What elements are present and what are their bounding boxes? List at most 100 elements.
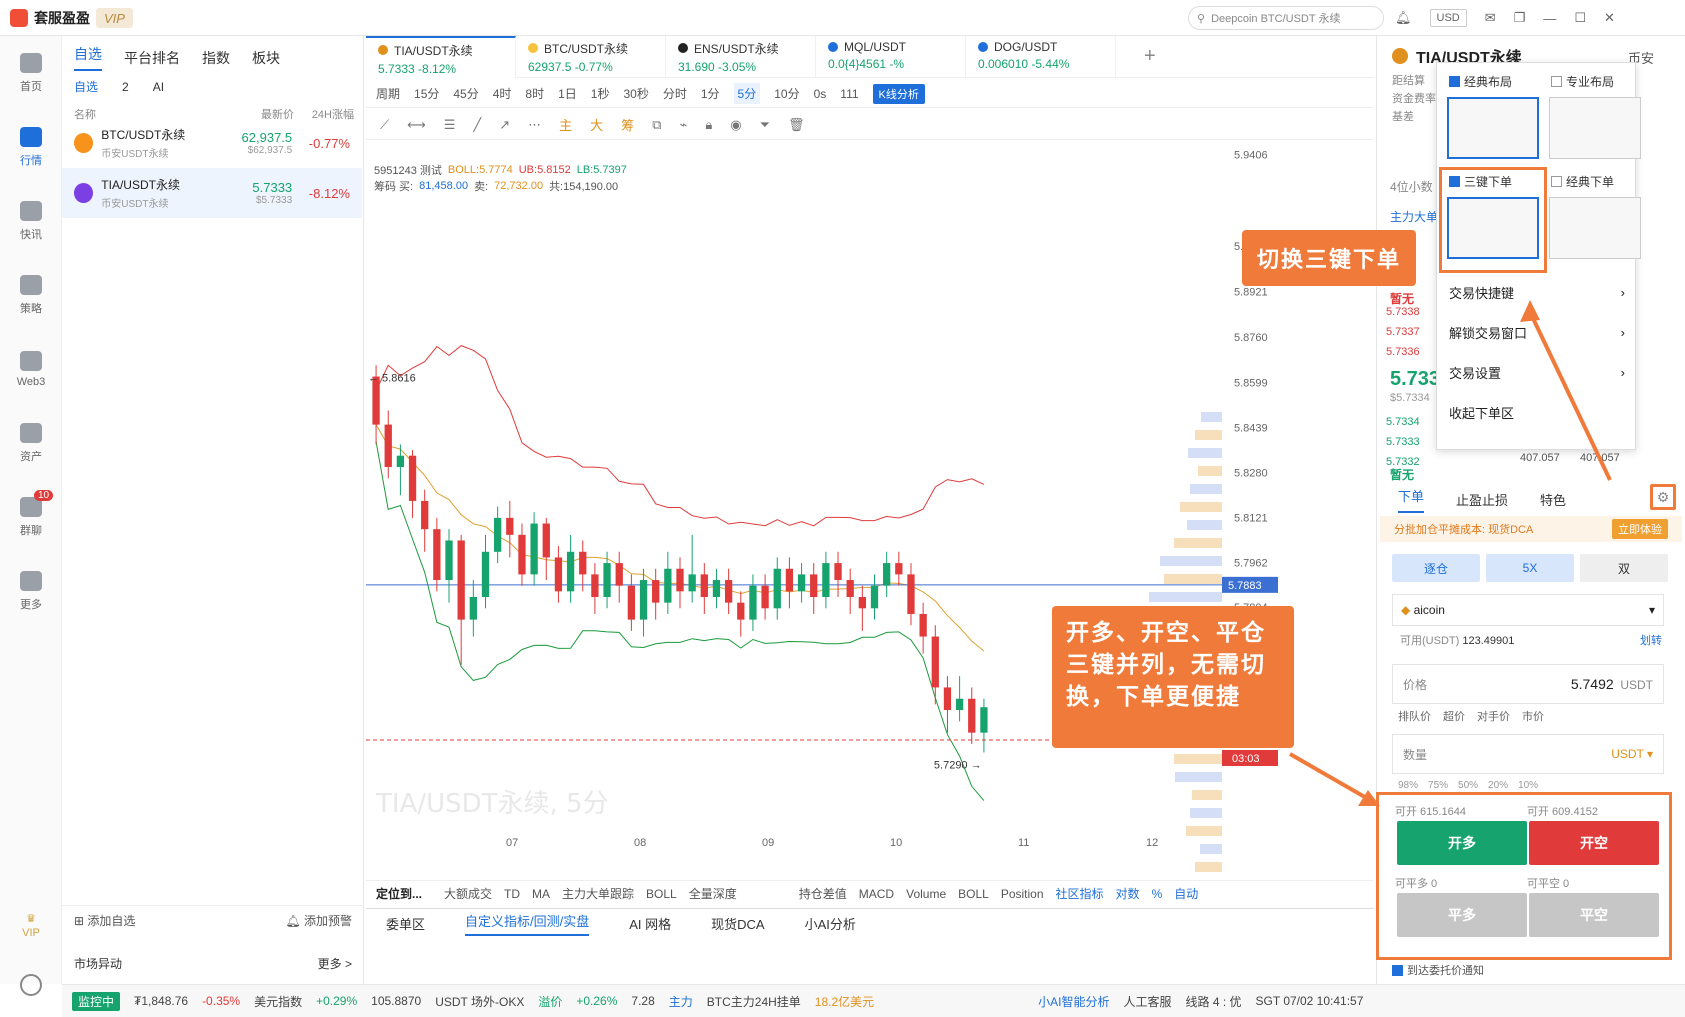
decimals-label[interactable]: 4位小数 [1390, 178, 1433, 195]
indicator-item[interactable]: % [1152, 887, 1163, 901]
channel-icon[interactable]: ☰ [444, 117, 456, 133]
opt-classic-order[interactable]: 经典下单 [1551, 173, 1614, 190]
nav-assets[interactable]: 资产 [0, 406, 62, 480]
open-short-button[interactable]: 开空 [1529, 821, 1659, 865]
ai-analysis-button[interactable]: 小AI智能分析 [1038, 993, 1109, 1010]
toolbar-item[interactable]: 30秒 [623, 85, 648, 102]
more-link[interactable]: 更多 > [318, 955, 352, 972]
symbol-tab[interactable]: BTC/USDT永续 62937.5 -0.77% [516, 35, 666, 78]
close-short-button[interactable]: 平空 [1529, 893, 1659, 937]
tab-index[interactable]: 指数 [202, 48, 230, 68]
monitor-badge[interactable]: 监控中 [72, 991, 121, 1011]
mail-icon[interactable]: ✉ [1485, 10, 1496, 26]
search-input[interactable]: ⚲ Deepcoin BTC/USDT 永续 [1188, 6, 1384, 30]
indicator-item[interactable]: Volume [906, 887, 946, 901]
toolbar-item[interactable]: 0s [814, 87, 827, 101]
hline-icon[interactable]: ⟷ [407, 117, 426, 133]
currency-select[interactable]: USD [1429, 9, 1467, 27]
close-long-button[interactable]: 平多 [1397, 893, 1527, 937]
toolbar-item[interactable]: 4时 [493, 85, 512, 102]
toolbar-item[interactable]: 1秒 [591, 85, 610, 102]
toolbar-item[interactable]: 1日 [558, 85, 577, 102]
bottom-tab[interactable]: 小AI分析 [805, 914, 856, 933]
bottom-tab[interactable]: 自定义指标/回测/实盘 [465, 911, 590, 936]
subtab-2[interactable]: 2 [122, 80, 129, 94]
toolbar-item[interactable]: 45分 [453, 85, 478, 102]
watch-row-tia[interactable]: TIA/USDT永续 币安USDT永续 5.7333 $5.7333 -8.12% [62, 168, 362, 218]
close-icon[interactable]: ✕ [1604, 10, 1615, 26]
classic-layout-thumb[interactable] [1447, 97, 1539, 159]
toolbar-item[interactable]: 15分 [414, 85, 439, 102]
toolbar-item[interactable]: K线分析 [872, 83, 925, 104]
arrow-icon[interactable]: ↗ [499, 117, 510, 133]
price-chart[interactable]: TIA/USDT永续, 5分5.94065.90825.89215.87605.… [366, 142, 1374, 878]
toolbar-item[interactable]: 分时 [663, 85, 687, 102]
opt-pro-layout[interactable]: 专业布局 [1551, 73, 1614, 90]
bottom-tab[interactable]: 委单区 [386, 914, 425, 933]
indicator-item[interactable]: 对数 [1116, 885, 1140, 902]
indicator-item[interactable]: MA [532, 887, 550, 901]
bell-icon[interactable]: 🔔︎ [1395, 10, 1412, 26]
ray-icon[interactable]: ╱ [473, 117, 481, 133]
opt-classic-layout[interactable]: 经典布局 [1449, 73, 1512, 90]
eye-icon[interactable]: ◉ [730, 117, 741, 133]
trendline-icon[interactable]: ⟋ [380, 117, 389, 133]
indicator-item[interactable]: TD [504, 887, 520, 901]
tool-big[interactable]: 大 [590, 115, 603, 134]
classic-order-thumb[interactable] [1549, 197, 1641, 259]
symbol-tab[interactable]: DOG/USDT 0.006010 -5.44% [966, 35, 1116, 78]
nav-web3[interactable]: Web3 [0, 332, 62, 406]
nav-news[interactable]: 快讯 [0, 184, 62, 258]
tab-ranking[interactable]: 平台排名 [124, 48, 180, 68]
toolbar-item[interactable]: 8时 [525, 85, 544, 102]
nav-strategy[interactable]: 策略 [0, 258, 62, 332]
line-status[interactable]: 线路 4 : 优 [1186, 993, 1242, 1010]
tool-main[interactable]: 主 [559, 115, 572, 134]
toolbar-item[interactable]: 10分 [774, 85, 799, 102]
nav-vip[interactable]: ♛ VIP [0, 912, 62, 939]
toolbar-item[interactable]: 5分 [733, 83, 761, 104]
nav-home[interactable]: 首页 [0, 36, 62, 110]
indicator-item[interactable]: 大额成交 [444, 885, 492, 902]
customer-service-button[interactable]: 人工客服 [1124, 993, 1172, 1010]
indicator-item[interactable]: 主力大单跟踪 [562, 885, 634, 902]
add-alert-button[interactable]: 🔔︎ 添加预警 [285, 912, 352, 929]
indicator-item[interactable]: 定位到... [376, 885, 422, 902]
nav-more[interactable]: 更多 [0, 554, 62, 628]
lock-icon[interactable]: 🔒︎ [705, 117, 712, 133]
window-icon[interactable]: ❐ [1514, 10, 1526, 26]
notify-option[interactable]: 到达委托价通知 [1392, 962, 1484, 978]
subtab-ai[interactable]: AI [153, 80, 164, 94]
app-logo[interactable]: 套服盈盈 [10, 8, 90, 28]
symbol-tab[interactable]: TIA/USDT永续 5.7333 -8.12% [366, 35, 516, 78]
bottom-tab[interactable]: AI 网格 [629, 914, 671, 933]
add-favorite-button[interactable]: ⊞ 添加自选 [74, 912, 135, 929]
indicator-item[interactable]: BOLL [646, 887, 677, 901]
symbol-tab[interactable]: ENS/USDT永续 31.690 -3.05% [666, 35, 816, 78]
indicator-item[interactable]: 社区指标 [1056, 885, 1104, 902]
vip-badge[interactable]: VIP [96, 8, 133, 28]
notify-checkbox[interactable] [1392, 964, 1403, 976]
indicator-item[interactable]: Position [1001, 887, 1044, 901]
minimize-icon[interactable]: — [1543, 11, 1556, 26]
tab-favorites[interactable]: 自选 [74, 44, 102, 71]
symbol-tab[interactable]: MQL/USDT 0.0{4}4561 -% [816, 35, 966, 78]
toolbar-item[interactable]: 1分 [701, 85, 720, 102]
trash-icon[interactable]: 🗑︎ [788, 117, 805, 133]
more-icon[interactable]: ⋯ [528, 117, 541, 133]
nav-market[interactable]: 行情 [0, 110, 62, 184]
big-order-label[interactable]: 主力大单 [1390, 208, 1438, 225]
indicator-item[interactable]: 自动 [1174, 885, 1198, 902]
open-long-button[interactable]: 开多 [1397, 821, 1527, 865]
indicator-item[interactable]: MACD [859, 887, 894, 901]
copy-icon[interactable]: ⧉ [652, 117, 661, 133]
watch-row-btc[interactable]: BTC/USDT永续 币安USDT永续 62,937.5 $62,937.5 -0.… [62, 118, 362, 168]
magnet-icon[interactable]: ⌁ [679, 117, 687, 133]
maximize-icon[interactable]: ☐ [1574, 10, 1586, 26]
indicator-item[interactable]: 全量深度 [689, 885, 737, 902]
filter-icon[interactable]: ⏷ [760, 117, 770, 133]
settings-icon[interactable] [20, 974, 42, 996]
toolbar-item[interactable]: 111 [840, 87, 858, 101]
nav-chat[interactable]: 10 群聊 [0, 480, 62, 554]
tab-sector[interactable]: 板块 [252, 48, 280, 68]
